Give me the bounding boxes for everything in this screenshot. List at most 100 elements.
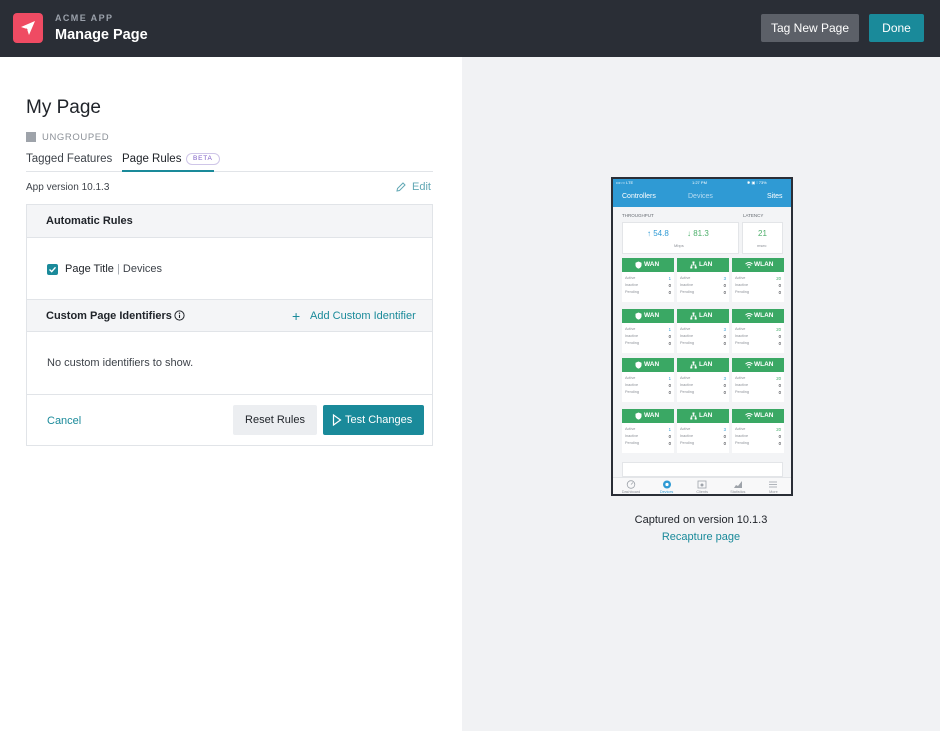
phone-row-value: 0 <box>668 434 671 439</box>
phone-row-value: 0 <box>778 283 781 288</box>
phone-card-row: Inactive 0 <box>735 434 781 439</box>
phone-card-row: Active 1 <box>625 327 671 332</box>
phone-card-lan: LAN Active 3 Inactive 0 Pending 0 <box>677 409 729 453</box>
phone-card-wan: WAN Active 1 Inactive 0 Pending 0 <box>622 409 674 453</box>
phone-down-value: ↓ 81.3 <box>687 229 709 238</box>
phone-card-row: Inactive 0 <box>625 334 671 339</box>
plus-icon[interactable]: + <box>292 308 300 324</box>
phone-nav-left: Controllers <box>622 193 656 200</box>
phone-row-value: 0 <box>778 441 781 446</box>
lan-icon <box>690 412 697 420</box>
tab-page-rules[interactable]: Page Rules <box>122 153 181 165</box>
phone-row-value: 0 <box>668 334 671 339</box>
phone-row-label: Pending <box>680 390 694 394</box>
phone-card-row: Active 3 <box>680 376 726 381</box>
phone-row-value: 3 <box>723 327 726 332</box>
edit-button[interactable]: Edit <box>412 181 431 193</box>
phone-card-row: Pending 0 <box>680 341 726 346</box>
phone-card-row: Pending 0 <box>735 341 781 346</box>
tab-tagged-features[interactable]: Tagged Features <box>26 153 112 165</box>
phone-row-value: 3 <box>723 376 726 381</box>
phone-card-title: WAN <box>644 412 660 419</box>
phone-tab-label: Dashboard <box>621 490 641 494</box>
phone-card-title: WLAN <box>754 361 774 368</box>
phone-carrier: •••○○ LTE <box>616 180 634 185</box>
wlan-icon <box>745 313 753 320</box>
phone-card-header: WAN <box>622 258 674 272</box>
phone-card-row: Inactive 0 <box>625 283 671 288</box>
phone-row-label: Active <box>625 427 636 431</box>
automatic-rules-header: Automatic Rules <box>27 205 432 238</box>
phone-card-header: LAN <box>677 358 729 372</box>
phone-throughput-label: THROUGHPUT <box>622 213 654 218</box>
phone-card-row: Inactive 0 <box>625 434 671 439</box>
phone-nav-bar: Controllers Devices Sites <box>613 187 791 207</box>
phone-card-row: Pending 0 <box>625 290 671 295</box>
phone-tab-statistics: Statistics <box>720 479 756 494</box>
phone-card-row: Inactive 0 <box>680 334 726 339</box>
phone-throughput-unit: Mbps <box>674 243 684 248</box>
phone-nav-title: Devices <box>688 193 713 200</box>
phone-row-label: Active <box>680 327 691 331</box>
lan-icon <box>690 261 697 269</box>
phone-row-label: Active <box>735 427 746 431</box>
phone-row-label: Active <box>680 427 691 431</box>
phone-tab-label: Clients <box>696 490 708 494</box>
phone-card-row: Pending 0 <box>625 390 671 395</box>
phone-row-label: Active <box>735 327 746 331</box>
phone-row-label: Pending <box>625 290 639 294</box>
phone-chart-card <box>622 462 783 477</box>
wan-icon <box>635 312 642 320</box>
app-name: ACME APP <box>55 13 114 23</box>
info-icon[interactable] <box>174 310 185 321</box>
phone-tab-devices: Devices <box>649 479 685 494</box>
phone-card-row: Inactive 0 <box>735 334 781 339</box>
page-title-rule: Page Title | Devices <box>65 263 162 275</box>
tag-new-page-button[interactable]: Tag New Page <box>761 14 859 42</box>
phone-row-label: Pending <box>680 441 694 445</box>
cancel-button[interactable]: Cancel <box>47 415 81 427</box>
phone-row-value: 0 <box>668 383 671 388</box>
phone-tab-label: Devices <box>659 490 674 494</box>
phone-row-value: 0 <box>723 283 726 288</box>
phone-card-row: Pending 0 <box>680 441 726 446</box>
recapture-page-link[interactable]: Recapture page <box>462 531 940 543</box>
phone-card-title: WAN <box>644 312 660 319</box>
lan-icon <box>690 312 697 320</box>
phone-row-label: Inactive <box>680 334 694 338</box>
dashboard-icon <box>626 480 636 489</box>
phone-row-value: 20 <box>776 376 781 381</box>
phone-row-label: Inactive <box>680 434 694 438</box>
pencil-icon[interactable] <box>395 181 407 193</box>
phone-card-title: LAN <box>699 312 713 319</box>
phone-row-value: 0 <box>778 290 781 295</box>
phone-card-header: LAN <box>677 258 729 272</box>
phone-card-row: Inactive 0 <box>680 283 726 288</box>
phone-latency-box: 21 msec <box>742 222 783 254</box>
devices-icon <box>662 480 671 489</box>
phone-tab-dashboard: Dashboard <box>613 479 649 494</box>
phone-row-value: 0 <box>778 341 781 346</box>
phone-row-label: Pending <box>735 290 749 294</box>
phone-card-row: Active 20 <box>735 276 781 281</box>
tab-divider <box>26 171 433 172</box>
phone-row-label: Inactive <box>625 283 639 287</box>
phone-card-title: WLAN <box>754 412 774 419</box>
phone-row-value: 0 <box>668 290 671 295</box>
done-button[interactable]: Done <box>869 14 924 42</box>
statistics-icon <box>733 481 742 488</box>
reset-rules-button[interactable]: Reset Rules <box>233 405 317 435</box>
phone-card-row: Inactive 0 <box>735 283 781 288</box>
phone-latency-label: LATENCY <box>743 213 764 218</box>
page-title-rule-checkbox[interactable] <box>47 264 58 275</box>
phone-card-row: Pending 0 <box>735 290 781 295</box>
phone-card-row: Pending 0 <box>680 390 726 395</box>
group-label[interactable]: UNGROUPED <box>42 132 109 143</box>
phone-card-row: Pending 0 <box>735 441 781 446</box>
add-custom-identifier-button[interactable]: Add Custom Identifier <box>310 310 416 322</box>
rules-card: Automatic Rules Page Title | Devices Cus… <box>26 204 433 446</box>
test-changes-button[interactable]: Test Changes <box>323 405 424 435</box>
automatic-rules-title: Automatic Rules <box>46 215 133 227</box>
phone-tab-label: More <box>769 490 778 494</box>
phone-card-row: Active 20 <box>735 427 781 432</box>
